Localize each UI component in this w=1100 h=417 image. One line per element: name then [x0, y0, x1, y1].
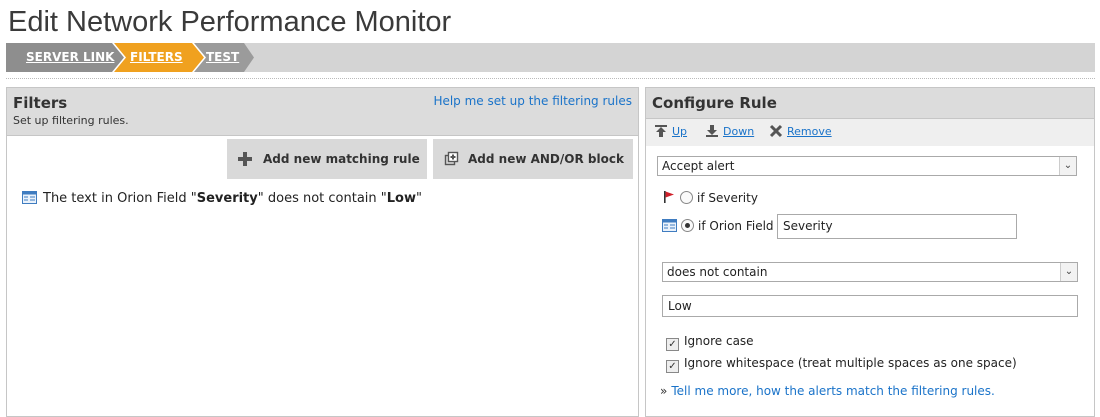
operator-select-value: does not contain	[667, 265, 768, 279]
configure-rule-title: Configure Rule	[652, 94, 777, 112]
add-and-or-block-button[interactable]: Add new AND/OR block	[433, 139, 633, 179]
rule-text-suffix: "	[416, 191, 422, 206]
option-if-severity[interactable]: if Severity	[662, 190, 758, 205]
remove-label: Remove	[787, 125, 832, 138]
option-if-severity-label: if Severity	[697, 191, 758, 205]
close-icon	[769, 124, 783, 138]
move-up-button[interactable]: Up	[654, 124, 687, 138]
add-block-icon	[444, 151, 459, 166]
help-filtering-link[interactable]: Help me set up the filtering rules	[433, 94, 632, 108]
page-title: Edit Network Performance Monitor	[8, 6, 452, 38]
add-matching-rule-button[interactable]: Add new matching rule	[227, 139, 427, 179]
tell-me-more-link[interactable]: » Tell me more, how the alerts match the …	[660, 384, 995, 398]
move-down-button[interactable]: Down	[705, 124, 754, 138]
step-filters[interactable]: FILTERS	[114, 43, 204, 72]
filters-title: Filters	[13, 94, 68, 112]
match-value-input[interactable]: Low	[662, 295, 1078, 317]
rule-text-middle: " does not contain "	[257, 191, 387, 206]
plus-icon	[238, 152, 252, 166]
configure-rule-panel: Configure Rule Up Down Remove Accept ale…	[645, 87, 1095, 417]
action-select-value: Accept alert	[662, 159, 735, 173]
ignore-whitespace-label: Ignore whitespace (treat multiple spaces…	[684, 356, 1017, 370]
move-up-label: Up	[672, 125, 688, 138]
rule-field-name: Severity	[196, 191, 258, 206]
step-server-link[interactable]: SERVER LINK	[6, 43, 124, 72]
divider	[6, 78, 1095, 79]
wizard-breadcrumb: SERVER LINK FILTERS TEST	[6, 43, 1095, 72]
add-and-or-block-label: Add new AND/OR block	[468, 152, 624, 166]
ignore-case-option[interactable]: ✓ Ignore case	[666, 334, 754, 351]
filters-panel-header: Filters Set up filtering rules. Help me …	[7, 88, 638, 136]
add-matching-rule-label: Add new matching rule	[263, 152, 420, 166]
ignore-whitespace-option[interactable]: ✓ Ignore whitespace (treat multiple space…	[666, 356, 1017, 373]
radio-if-severity[interactable]	[680, 191, 693, 204]
ignore-case-label: Ignore case	[684, 334, 754, 348]
tell-me-more-label: Tell me more, how the alerts match the f…	[671, 384, 995, 398]
configure-rule-header: Configure Rule	[646, 88, 1094, 119]
option-if-orion-field[interactable]: if Orion Field	[662, 219, 774, 233]
flag-icon	[664, 191, 674, 203]
link-bullet: »	[660, 384, 668, 398]
rule-text-prefix: The text in Orion Field "	[43, 191, 197, 206]
action-select[interactable]: Accept alert ⌄	[657, 156, 1077, 176]
chevron-down-icon: ⌄	[1060, 263, 1077, 281]
orion-field-icon	[662, 219, 677, 232]
filters-subtitle: Set up filtering rules.	[13, 114, 129, 127]
orion-field-input[interactable]: Severity	[777, 214, 1017, 239]
move-down-label: Down	[723, 125, 755, 138]
ignore-whitespace-checkbox[interactable]: ✓	[666, 360, 679, 373]
remove-button[interactable]: Remove	[769, 124, 832, 138]
radio-if-orion-field[interactable]	[681, 219, 694, 232]
rule-toolbar: Up Down Remove	[646, 119, 1094, 146]
chevron-down-icon: ⌄	[1059, 157, 1076, 175]
arrow-down-icon	[706, 125, 718, 137]
operator-select[interactable]: does not contain ⌄	[662, 262, 1078, 282]
arrow-up-icon	[655, 125, 667, 137]
filters-panel: Filters Set up filtering rules. Help me …	[6, 87, 639, 417]
ignore-case-checkbox[interactable]: ✓	[666, 338, 679, 351]
filter-rule-item[interactable]: The text in Orion Field "Severity" does …	[22, 191, 422, 206]
rule-value: Low	[386, 191, 416, 206]
option-if-orion-field-label: if Orion Field	[698, 219, 774, 233]
orion-field-icon	[22, 191, 37, 204]
